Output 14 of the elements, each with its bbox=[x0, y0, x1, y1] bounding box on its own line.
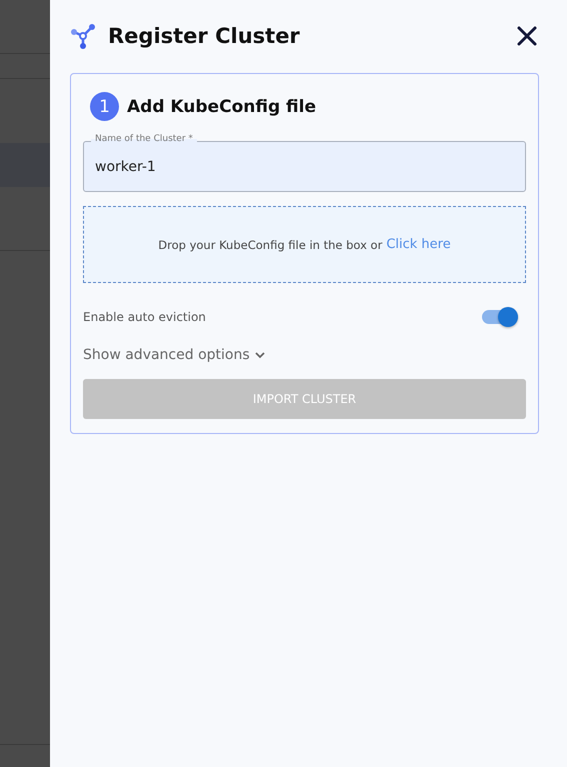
dropzone-text: Drop your KubeConfig file in the box or bbox=[158, 238, 382, 252]
auto-eviction-switch[interactable] bbox=[482, 307, 518, 327]
panel-title: Register Cluster bbox=[108, 24, 300, 48]
advanced-options-toggle[interactable]: Show advanced options bbox=[83, 347, 266, 363]
network-node-icon bbox=[70, 22, 98, 50]
cluster-name-input[interactable]: worker-1 bbox=[95, 158, 514, 174]
file-dropzone[interactable]: Drop your KubeConfig file in the box or Click here bbox=[83, 206, 526, 283]
auto-eviction-label: Enable auto eviction bbox=[83, 310, 206, 324]
field-label: Name of the Cluster * bbox=[91, 134, 197, 144]
step-title: Add KubeConfig file bbox=[127, 96, 316, 116]
close-button[interactable] bbox=[515, 24, 539, 48]
close-icon bbox=[515, 24, 539, 48]
cluster-name-field[interactable]: Name of the Cluster * worker-1 bbox=[83, 134, 526, 192]
step-number: 1 bbox=[90, 92, 119, 121]
